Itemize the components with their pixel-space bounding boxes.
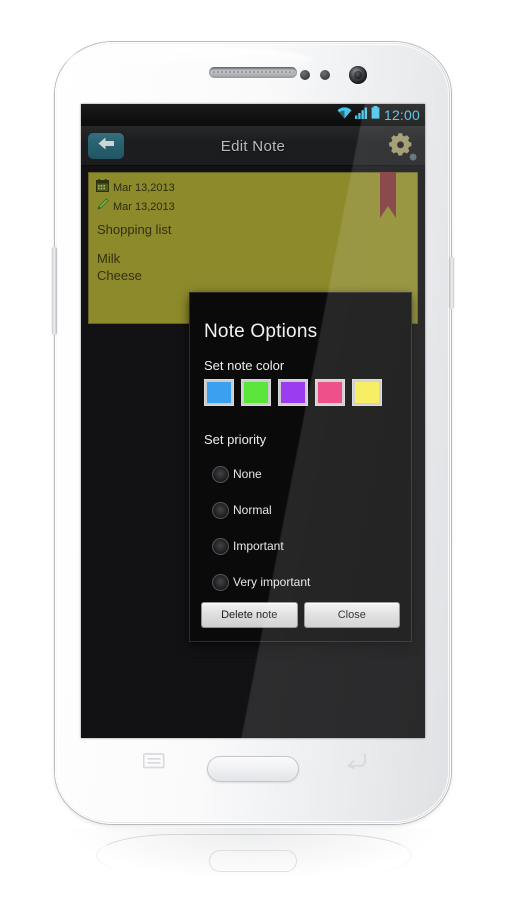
color-section-label: Set note color [204,358,285,373]
radio-icon [212,537,229,555]
screenshot-stage: 12:00 Edit Note Mar 13,2013 Mar 13,2013 … [0,0,506,900]
home-button[interactable] [207,756,299,782]
action-bar: Edit Note [81,126,425,166]
settings-button[interactable] [387,132,417,162]
radio-icon [212,573,229,591]
priority-section-label: Set priority [204,432,267,447]
priority-label: Very important [233,575,311,589]
status-clock: 12:00 [383,107,420,123]
dialog-button-row: Delete note Close [202,603,399,627]
back-button[interactable] [88,133,124,159]
note-metadata: Mar 13,2013 Mar 13,2013 [96,178,175,216]
proximity-sensor-icon [300,70,310,80]
dialog-title: Note Options [204,321,318,342]
priority-label: Important [233,539,284,553]
swatch-fill [281,382,305,403]
note-edited-row: Mar 13,2013 [96,197,175,216]
page-title: Edit Note [220,137,286,155]
note-created-date: Mar 13,2013 [113,181,175,194]
reflection-home-button [209,850,297,872]
priority-radio-group: None Normal Important Very important [212,456,310,600]
delete-note-button[interactable]: Delete note [202,603,297,627]
phone-screen: 12:00 Edit Note Mar 13,2013 Mar 13,2013 … [81,104,425,738]
light-sensor-icon [320,70,330,80]
pencil-icon [96,197,109,216]
color-swatch-green[interactable] [241,379,271,406]
priority-option-very-important[interactable]: Very important [212,564,310,600]
phone-device: 12:00 Edit Note Mar 13,2013 Mar 13,2013 … [52,42,454,824]
phone-reflection [70,828,436,900]
swatch-fill [318,382,342,403]
volume-rocker-button[interactable] [52,247,57,335]
radio-icon [212,501,229,519]
note-body[interactable]: Milk Cheese [97,250,142,284]
back-arrow-icon [97,136,116,156]
color-swatch-purple[interactable] [278,379,308,406]
status-icons [337,106,380,124]
earpiece-grille [209,67,297,78]
priority-label: None [233,467,262,481]
priority-option-none[interactable]: None [212,456,310,492]
color-swatch-blue[interactable] [204,379,234,406]
signal-icon [354,106,368,124]
color-swatch-yellow[interactable] [352,379,382,406]
note-title[interactable]: Shopping list [97,222,171,237]
swatch-fill [207,382,231,403]
color-swatch-pink[interactable] [315,379,345,406]
color-swatch-list [204,379,382,406]
radio-icon [212,465,229,483]
front-camera [349,66,367,84]
swatch-fill [244,382,268,403]
battery-icon [371,106,380,124]
close-button[interactable]: Close [304,603,399,627]
priority-option-normal[interactable]: Normal [212,492,310,528]
power-button[interactable] [449,257,454,309]
note-options-dialog: Note Options Set note color Set priority [190,293,411,641]
note-editor-area: Mar 13,2013 Mar 13,2013 Shopping list Mi… [81,166,425,738]
note-created-row: Mar 13,2013 [96,178,175,197]
calendar-icon [96,178,109,197]
bookmark-ribbon-icon[interactable] [380,172,396,218]
note-edited-date: Mar 13,2013 [113,200,175,213]
wifi-icon [337,106,352,124]
priority-option-important[interactable]: Important [212,528,310,564]
menu-key-icon[interactable] [142,753,165,774]
gear-icon [387,133,417,166]
priority-label: Normal [233,503,272,517]
swatch-fill [355,382,379,403]
back-key-icon[interactable] [345,753,367,774]
status-bar: 12:00 [81,104,425,126]
